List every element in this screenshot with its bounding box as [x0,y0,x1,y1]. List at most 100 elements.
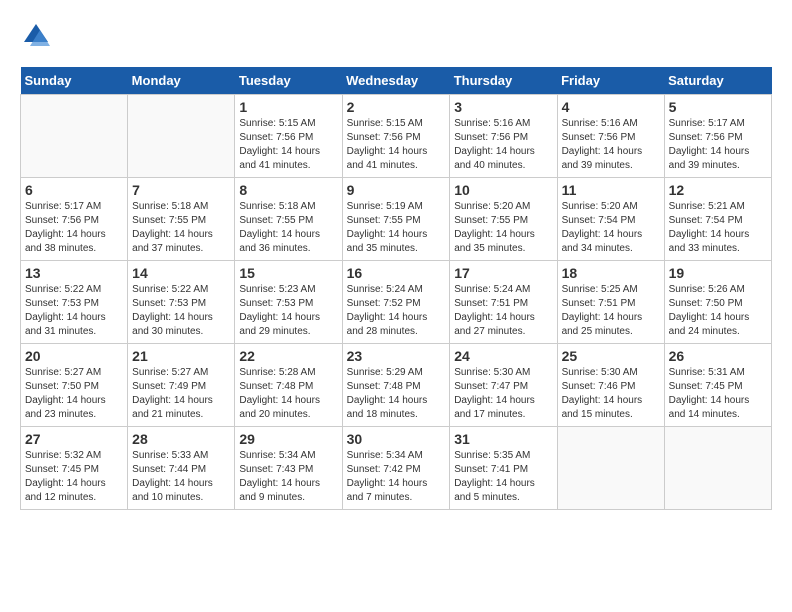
calendar-row: 13 Sunrise: 5:22 AMSunset: 7:53 PMDayligh… [21,261,772,344]
day-info: Sunrise: 5:22 AMSunset: 7:53 PMDaylight:… [25,283,123,339]
calendar-cell [664,427,771,510]
page-header [20,20,772,57]
day-number: 31 [454,431,552,447]
day-info: Sunrise: 5:15 AMSunset: 7:56 PMDaylight:… [347,117,446,173]
day-number: 7 [132,182,230,198]
day-info: Sunrise: 5:20 AMSunset: 7:54 PMDaylight:… [562,200,660,256]
day-info: Sunrise: 5:21 AMSunset: 7:54 PMDaylight:… [669,200,767,256]
weekday-header-row: SundayMondayTuesdayWednesdayThursdayFrid… [21,67,772,95]
day-info: Sunrise: 5:24 AMSunset: 7:52 PMDaylight:… [347,283,446,339]
calendar-cell: 10 Sunrise: 5:20 AMSunset: 7:55 PMDayligh… [450,178,557,261]
day-info: Sunrise: 5:17 AMSunset: 7:56 PMDaylight:… [25,200,123,256]
day-number: 18 [562,265,660,281]
calendar-cell: 12Sunrise: 5:21 AMSunset: 7:54 PMDayligh… [664,178,771,261]
day-info: Sunrise: 5:35 AMSunset: 7:41 PMDaylight:… [454,449,552,505]
day-info: Sunrise: 5:19 AMSunset: 7:55 PMDaylight:… [347,200,446,256]
day-number: 15 [239,265,337,281]
day-number: 21 [132,348,230,364]
day-number: 8 [239,182,337,198]
day-number: 16 [347,265,446,281]
weekday-header: Monday [128,67,235,95]
day-number: 27 [25,431,123,447]
calendar-row: 20Sunrise: 5:27 AMSunset: 7:50 PMDayligh… [21,344,772,427]
day-info: Sunrise: 5:18 AMSunset: 7:55 PMDaylight:… [239,200,337,256]
day-number: 29 [239,431,337,447]
day-info: Sunrise: 5:27 AMSunset: 7:49 PMDaylight:… [132,366,230,422]
calendar-cell: 31 Sunrise: 5:35 AMSunset: 7:41 PMDayligh… [450,427,557,510]
calendar-cell: 19 Sunrise: 5:26 AMSunset: 7:50 PMDayligh… [664,261,771,344]
calendar-cell: 11 Sunrise: 5:20 AMSunset: 7:54 PMDayligh… [557,178,664,261]
weekday-header: Tuesday [235,67,342,95]
day-number: 5 [669,99,767,115]
calendar-cell [557,427,664,510]
calendar-table: SundayMondayTuesdayWednesdayThursdayFrid… [20,67,772,510]
day-info: Sunrise: 5:24 AMSunset: 7:51 PMDaylight:… [454,283,552,339]
day-number: 24 [454,348,552,364]
day-number: 30 [347,431,446,447]
day-number: 13 [25,265,123,281]
day-info: Sunrise: 5:31 AMSunset: 7:45 PMDaylight:… [669,366,767,422]
day-info: Sunrise: 5:32 AMSunset: 7:45 PMDaylight:… [25,449,123,505]
day-number: 14 [132,265,230,281]
day-number: 9 [347,182,446,198]
day-number: 28 [132,431,230,447]
calendar-cell [21,95,128,178]
day-info: Sunrise: 5:23 AMSunset: 7:53 PMDaylight:… [239,283,337,339]
calendar-cell: 6 Sunrise: 5:17 AMSunset: 7:56 PMDaylight… [21,178,128,261]
calendar-cell: 8 Sunrise: 5:18 AMSunset: 7:55 PMDaylight… [235,178,342,261]
day-number: 22 [239,348,337,364]
day-number: 10 [454,182,552,198]
weekday-header: Wednesday [342,67,450,95]
day-info: Sunrise: 5:26 AMSunset: 7:50 PMDaylight:… [669,283,767,339]
calendar-cell: 1Sunrise: 5:15 AMSunset: 7:56 PMDaylight… [235,95,342,178]
calendar-cell: 9 Sunrise: 5:19 AMSunset: 7:55 PMDaylight… [342,178,450,261]
calendar-cell: 27 Sunrise: 5:32 AMSunset: 7:45 PMDayligh… [21,427,128,510]
calendar-cell: 22Sunrise: 5:28 AMSunset: 7:48 PMDayligh… [235,344,342,427]
day-number: 1 [239,99,337,115]
day-number: 6 [25,182,123,198]
calendar-cell: 4 Sunrise: 5:16 AMSunset: 7:56 PMDaylight… [557,95,664,178]
logo [20,20,56,57]
logo-icon [20,20,52,52]
day-number: 19 [669,265,767,281]
day-number: 26 [669,348,767,364]
day-info: Sunrise: 5:22 AMSunset: 7:53 PMDaylight:… [132,283,230,339]
calendar-cell: 5Sunrise: 5:17 AMSunset: 7:56 PMDaylight… [664,95,771,178]
calendar-cell: 21 Sunrise: 5:27 AMSunset: 7:49 PMDayligh… [128,344,235,427]
day-info: Sunrise: 5:30 AMSunset: 7:46 PMDaylight:… [562,366,660,422]
day-number: 25 [562,348,660,364]
calendar-cell: 14 Sunrise: 5:22 AMSunset: 7:53 PMDayligh… [128,261,235,344]
calendar-cell: 17 Sunrise: 5:24 AMSunset: 7:51 PMDayligh… [450,261,557,344]
day-number: 20 [25,348,123,364]
day-info: Sunrise: 5:30 AMSunset: 7:47 PMDaylight:… [454,366,552,422]
calendar-cell: 30 Sunrise: 5:34 AMSunset: 7:42 PMDayligh… [342,427,450,510]
calendar-cell: 16 Sunrise: 5:24 AMSunset: 7:52 PMDayligh… [342,261,450,344]
day-number: 3 [454,99,552,115]
day-number: 11 [562,182,660,198]
calendar-cell: 23 Sunrise: 5:29 AMSunset: 7:48 PMDayligh… [342,344,450,427]
calendar-cell: 28Sunrise: 5:33 AMSunset: 7:44 PMDayligh… [128,427,235,510]
weekday-header: Sunday [21,67,128,95]
calendar-cell: 20Sunrise: 5:27 AMSunset: 7:50 PMDayligh… [21,344,128,427]
day-info: Sunrise: 5:29 AMSunset: 7:48 PMDaylight:… [347,366,446,422]
day-info: Sunrise: 5:16 AMSunset: 7:56 PMDaylight:… [454,117,552,173]
weekday-header: Thursday [450,67,557,95]
day-number: 17 [454,265,552,281]
calendar-cell: 3 Sunrise: 5:16 AMSunset: 7:56 PMDaylight… [450,95,557,178]
calendar-cell: 29Sunrise: 5:34 AMSunset: 7:43 PMDayligh… [235,427,342,510]
calendar-cell: 25 Sunrise: 5:30 AMSunset: 7:46 PMDayligh… [557,344,664,427]
calendar-cell: 15 Sunrise: 5:23 AMSunset: 7:53 PMDayligh… [235,261,342,344]
day-info: Sunrise: 5:20 AMSunset: 7:55 PMDaylight:… [454,200,552,256]
weekday-header: Friday [557,67,664,95]
day-number: 2 [347,99,446,115]
calendar-row: 1 Sunrise: 5:15 AMSunset: 7:56 PMDaylight… [21,95,772,178]
calendar-cell [128,95,235,178]
calendar-cell: 7Sunrise: 5:18 AMSunset: 7:55 PMDaylight… [128,178,235,261]
day-number: 4 [562,99,660,115]
day-info: Sunrise: 5:25 AMSunset: 7:51 PMDaylight:… [562,283,660,339]
day-info: Sunrise: 5:34 AMSunset: 7:42 PMDaylight:… [347,449,446,505]
day-info: Sunrise: 5:16 AMSunset: 7:56 PMDaylight:… [562,117,660,173]
weekday-header: Saturday [664,67,771,95]
calendar-row: 6 Sunrise: 5:17 AMSunset: 7:56 PMDaylight… [21,178,772,261]
day-number: 23 [347,348,446,364]
